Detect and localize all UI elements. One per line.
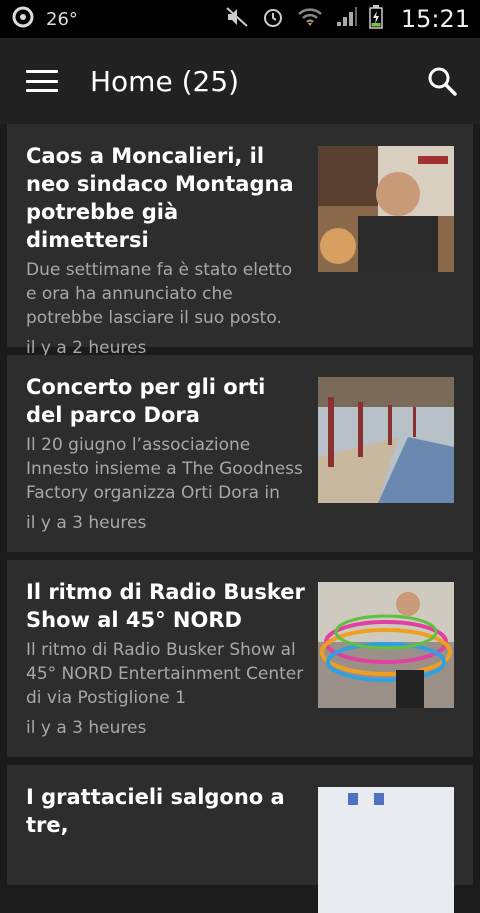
notification-icon bbox=[10, 6, 36, 33]
article-card[interactable]: Caos a Moncalieri, il neo sindaco Montag… bbox=[7, 124, 473, 358]
mute-icon bbox=[225, 6, 249, 33]
article-description: Il ritmo di Radio Busker Show al 45° NOR… bbox=[26, 640, 304, 708]
temperature-label: 26° bbox=[46, 8, 78, 30]
article-card[interactable]: I grattacieli salgono a tre, bbox=[7, 765, 473, 913]
article-feed: Caos a Moncalieri, il neo sindaco Montag… bbox=[0, 124, 480, 913]
app-bar: Home (25) bbox=[0, 38, 480, 124]
article-thumbnail bbox=[318, 787, 454, 913]
status-bar: 26° 15:21 bbox=[0, 0, 480, 38]
article-card[interactable]: Il ritmo di Radio Busker Show al 45° NOR… bbox=[7, 560, 473, 757]
article-time: il y a 3 heures bbox=[26, 513, 147, 533]
article-thumbnail bbox=[318, 146, 454, 272]
article-thumbnail bbox=[318, 377, 454, 503]
page-title: Home (25) bbox=[90, 64, 240, 98]
article-title: Caos a Moncalieri, il neo sindaco Montag… bbox=[26, 144, 294, 252]
menu-icon[interactable] bbox=[26, 70, 58, 92]
article-title: I grattacieli salgono a tre, bbox=[26, 785, 285, 837]
wifi-icon bbox=[297, 6, 323, 33]
article-description: Il 20 giugno l’associazione Innesto insi… bbox=[26, 435, 303, 503]
clock: 15:21 bbox=[400, 5, 470, 33]
article-thumbnail bbox=[318, 582, 454, 708]
battery-icon bbox=[369, 4, 383, 34]
search-button[interactable] bbox=[424, 63, 460, 99]
article-card[interactable]: Concerto per gli orti del parco Dora Il … bbox=[7, 355, 473, 552]
signal-icon bbox=[335, 6, 357, 33]
article-description: Due settimane fa è stato eletto e ora ha… bbox=[26, 260, 293, 328]
alarm-icon bbox=[261, 5, 285, 34]
article-title: Il ritmo di Radio Busker Show al 45° NOR… bbox=[26, 580, 305, 632]
article-title: Concerto per gli orti del parco Dora bbox=[26, 375, 266, 427]
search-icon bbox=[428, 67, 457, 96]
article-time: il y a 3 heures bbox=[26, 718, 147, 738]
